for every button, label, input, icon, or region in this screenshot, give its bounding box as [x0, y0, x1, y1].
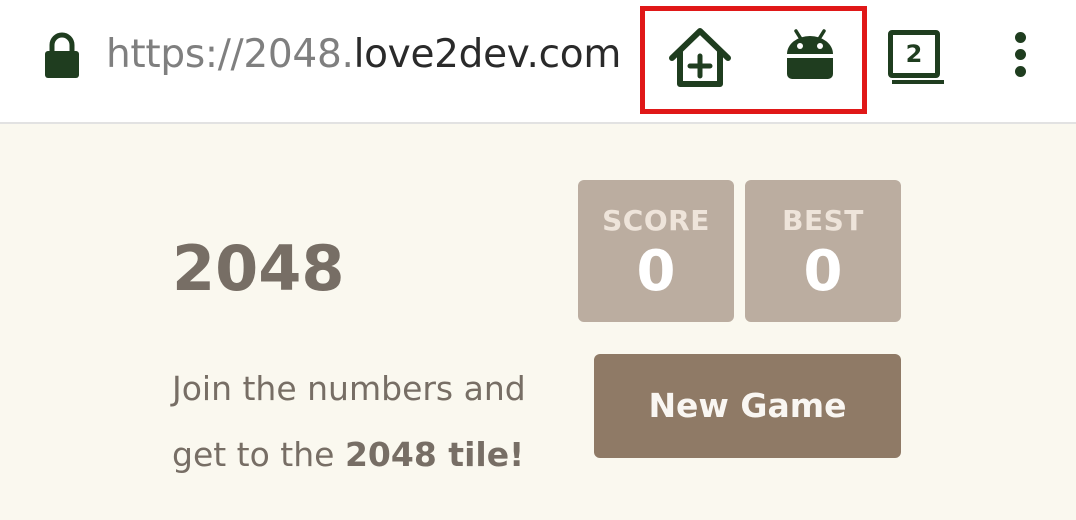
url-scheme: https:// [106, 32, 244, 77]
android-icon[interactable] [782, 28, 838, 80]
menu-dot [1015, 32, 1026, 43]
tab-switcher-button[interactable]: 2 [888, 24, 950, 88]
url-host: love2dev.com [353, 32, 622, 77]
tab-switcher-underline [892, 80, 944, 84]
best-value: 0 [803, 239, 843, 304]
game-title: 2048 [172, 232, 345, 305]
score-label: SCORE [602, 204, 710, 237]
url-bar[interactable]: https://2048.love2dev.com [106, 32, 621, 78]
best-score-box: BEST 0 [745, 180, 901, 322]
add-to-home-screen-icon[interactable] [666, 24, 734, 90]
lock-icon[interactable] [42, 30, 82, 80]
intro-line-2: get to the 2048 tile! [172, 422, 526, 488]
game-intro: Join the numbers and get to the 2048 til… [172, 356, 526, 488]
best-label: BEST [782, 204, 864, 237]
score-value: 0 [636, 239, 676, 304]
intro-line-1: Join the numbers and [172, 369, 526, 408]
intro-prefix: get to the [172, 435, 335, 474]
url-subdomain: 2048. [243, 32, 354, 77]
more-vert-icon[interactable] [1008, 30, 1034, 80]
new-game-button[interactable]: New Game [594, 354, 901, 458]
score-box: SCORE 0 [578, 180, 734, 322]
tab-count: 2 [888, 30, 940, 78]
menu-dot [1015, 66, 1026, 77]
menu-dot [1015, 49, 1026, 60]
browser-toolbar: https://2048.love2dev.com 2 [0, 0, 1076, 124]
intro-goal: 2048 tile! [344, 435, 525, 474]
